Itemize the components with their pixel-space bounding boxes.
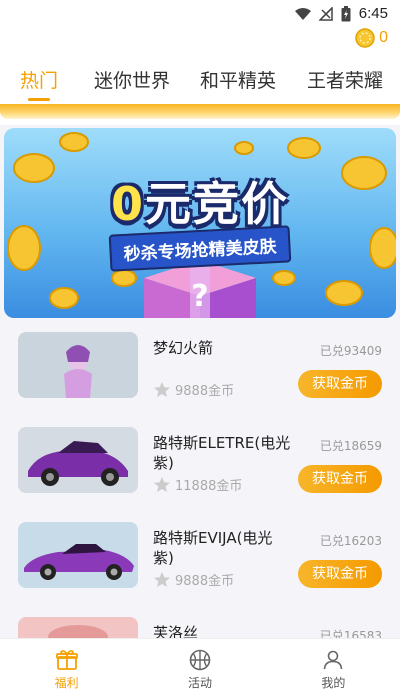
item-name: 梦幻火箭 bbox=[153, 339, 214, 357]
coin-balance-value: 0 bbox=[379, 29, 388, 46]
banner-title-rest: 元竞价 bbox=[145, 177, 289, 231]
item-redeemed-count: 已兑16203 bbox=[319, 534, 382, 548]
item-thumbnail bbox=[18, 332, 138, 398]
promo-banner[interactable]: ? 0元竞价 秒杀专场抢精美皮肤 bbox=[4, 128, 396, 318]
get-coins-button[interactable]: 获取金币 bbox=[298, 560, 382, 588]
star-icon bbox=[154, 381, 170, 397]
item-thumbnail bbox=[18, 522, 138, 588]
character-image bbox=[18, 617, 138, 640]
car-image bbox=[18, 427, 138, 493]
coin-icon bbox=[355, 28, 375, 48]
star-icon bbox=[154, 476, 170, 492]
item-redeemed-count: 已兑18659 bbox=[319, 439, 382, 453]
item-price-value: 9888金币 bbox=[175, 384, 235, 399]
status-time: 6:45 bbox=[358, 5, 388, 22]
get-coins-button[interactable]: 获取金币 bbox=[298, 465, 382, 493]
wifi-icon bbox=[294, 7, 311, 20]
list-item[interactable]: 路特斯ELETRE(电光紫) 已兑18659 11888金币 获取金币 bbox=[0, 415, 400, 509]
tab-honor-of-kings[interactable]: 王者荣耀 bbox=[307, 66, 383, 93]
nav-activity-label: 活动 bbox=[187, 676, 212, 690]
category-tabs: 热门 迷你世界 和平精英 王者荣耀 bbox=[0, 66, 400, 106]
item-thumbnail bbox=[18, 427, 138, 493]
nav-mine[interactable]: 我的 bbox=[267, 639, 400, 700]
list-item[interactable]: 梦幻火箭 已兑93409 9888金币 获取金币 bbox=[0, 320, 400, 414]
header: 0 热门 迷你世界 和平精英 王者荣耀 bbox=[0, 28, 400, 125]
item-thumbnail bbox=[18, 617, 138, 640]
item-redeemed-count: 已兑93409 bbox=[319, 344, 382, 358]
item-price-value: 9888金币 bbox=[175, 574, 235, 589]
bottom-nav: 福利 活动 我的 bbox=[0, 638, 400, 700]
item-price-value: 11888金币 bbox=[175, 479, 243, 494]
item-name: 路特斯ELETRE(电光紫) bbox=[153, 434, 291, 472]
nav-welfare[interactable]: 福利 bbox=[0, 639, 133, 700]
tab-mini-world[interactable]: 迷你世界 bbox=[94, 66, 170, 93]
list-item[interactable]: 路特斯EVIJA(电光紫) 已兑16203 9888金币 获取金币 bbox=[0, 510, 400, 604]
coin-balance[interactable]: 0 bbox=[355, 28, 388, 48]
tab-peace-elite[interactable]: 和平精英 bbox=[200, 66, 276, 93]
reward-list: 梦幻火箭 已兑93409 9888金币 获取金币 路特斯ELETRE(电光紫) … bbox=[0, 320, 400, 640]
basketball-icon bbox=[189, 649, 211, 671]
item-price: 9888金币 bbox=[153, 570, 234, 589]
nav-welfare-label: 福利 bbox=[54, 676, 79, 690]
nav-mine-label: 我的 bbox=[321, 676, 346, 690]
item-price: 9888金币 bbox=[153, 380, 234, 399]
nav-activity[interactable]: 活动 bbox=[133, 639, 266, 700]
battery-icon bbox=[341, 5, 351, 21]
tab-hot[interactable]: 热门 bbox=[20, 66, 58, 93]
get-coins-button[interactable]: 获取金币 bbox=[298, 370, 382, 398]
tab-active-indicator bbox=[28, 98, 50, 101]
header-accent-band bbox=[0, 104, 400, 119]
user-icon bbox=[324, 650, 343, 670]
status-bar: 6:45 bbox=[0, 0, 400, 30]
banner-title: 0元竞价 bbox=[4, 168, 396, 234]
star-icon bbox=[154, 571, 170, 587]
character-image bbox=[18, 332, 138, 398]
gift-icon bbox=[55, 650, 78, 670]
list-item[interactable]: 芙洛丝 已兑16583 bbox=[0, 605, 400, 640]
no-signal-icon bbox=[318, 6, 333, 21]
car-image bbox=[18, 522, 138, 588]
svg-text:?: ? bbox=[191, 279, 208, 314]
item-name: 路特斯EVIJA(电光紫) bbox=[153, 529, 273, 567]
banner-title-zero: 0 bbox=[110, 177, 145, 231]
item-price: 11888金币 bbox=[153, 475, 242, 494]
